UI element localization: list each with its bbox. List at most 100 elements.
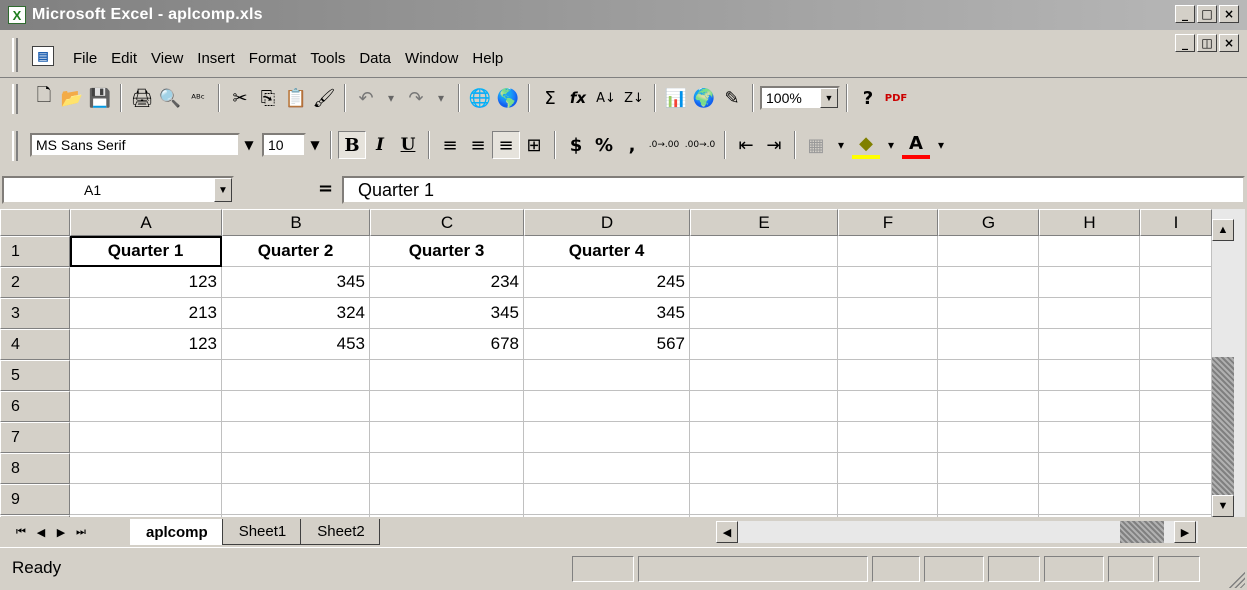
menu-grip-icon[interactable] [12, 38, 18, 72]
redo-icon[interactable]: ↷ [402, 84, 430, 112]
cell-i9[interactable] [1140, 484, 1212, 515]
horizontal-scroll-thumb[interactable] [1120, 521, 1164, 543]
cell-i7[interactable] [1140, 422, 1212, 453]
cell-a5[interactable] [70, 360, 222, 391]
cell-h5[interactable] [1039, 360, 1140, 391]
column-header-h[interactable]: H [1039, 209, 1140, 236]
cell-i4[interactable] [1140, 329, 1212, 360]
cell-e6[interactable] [690, 391, 838, 422]
row-header-1[interactable]: 1 [0, 236, 70, 267]
cell-c6[interactable] [370, 391, 524, 422]
column-header-i[interactable]: I [1140, 209, 1212, 236]
cell-f9[interactable] [838, 484, 938, 515]
toolbar-grip-icon[interactable] [12, 84, 18, 114]
menu-tools[interactable]: Tools [303, 50, 352, 67]
paste-icon[interactable]: 📋 [282, 84, 310, 112]
borders-icon[interactable]: ▦ [802, 131, 830, 159]
last-sheet-icon[interactable]: ⏭ [72, 523, 90, 541]
print-preview-icon[interactable]: 🔍 [156, 84, 184, 112]
cell-c4[interactable]: 678 [370, 329, 524, 360]
next-sheet-icon[interactable]: ▶ [52, 523, 70, 541]
close-button[interactable]: × [1219, 5, 1239, 23]
horizontal-scrollbar[interactable]: ◀ ▶ [716, 521, 1198, 543]
sheet-tab-sheet2[interactable]: Sheet2 [301, 519, 380, 545]
cell-d4[interactable]: 567 [524, 329, 690, 360]
font-name-select[interactable]: MS Sans Serif [30, 133, 240, 157]
cell-e7[interactable] [690, 422, 838, 453]
copy-icon[interactable]: ⎘ [254, 84, 282, 112]
cell-d7[interactable] [524, 422, 690, 453]
cell-d5[interactable] [524, 360, 690, 391]
scroll-left-icon[interactable]: ◀ [716, 521, 738, 543]
fill-color-icon[interactable]: ◆ [852, 131, 880, 159]
cut-icon[interactable]: ✂ [226, 84, 254, 112]
cell-i8[interactable] [1140, 453, 1212, 484]
cell-b6[interactable] [222, 391, 370, 422]
menu-help[interactable]: Help [465, 50, 510, 67]
row-header-4[interactable]: 4 [0, 329, 70, 360]
save-icon[interactable]: 💾 [86, 84, 114, 112]
cell-e2[interactable] [690, 267, 838, 298]
minimize-button[interactable]: _ [1175, 5, 1195, 23]
cell-f8[interactable] [838, 453, 938, 484]
column-header-b[interactable]: B [222, 209, 370, 236]
resize-grip-icon[interactable] [1227, 570, 1245, 588]
format-painter-icon[interactable]: 🖌 [310, 84, 338, 112]
cell-c9[interactable] [370, 484, 524, 515]
redo-dropdown-icon[interactable]: ▾ [430, 84, 452, 112]
name-box[interactable]: A1 ▼ [2, 176, 234, 204]
cell-h6[interactable] [1039, 391, 1140, 422]
cell-f6[interactable] [838, 391, 938, 422]
vertical-scroll-thumb[interactable] [1212, 357, 1234, 507]
cell-g9[interactable] [938, 484, 1039, 515]
chart-wizard-icon[interactable]: 📊 [662, 84, 690, 112]
row-header-6[interactable]: 6 [0, 391, 70, 422]
cell-a2[interactable]: 123 [70, 267, 222, 298]
underline-button[interactable]: U [394, 131, 422, 159]
menu-edit[interactable]: Edit [104, 50, 144, 67]
sort-ascending-icon[interactable]: A↓ [592, 84, 620, 112]
cell-b9[interactable] [222, 484, 370, 515]
edit-formula-button[interactable]: = [318, 178, 333, 199]
prev-sheet-icon[interactable]: ◀ [32, 523, 50, 541]
align-left-icon[interactable]: ≡ [436, 131, 464, 159]
drawing-icon[interactable]: ✎ [718, 84, 746, 112]
cell-b1[interactable]: Quarter 2 [222, 236, 370, 267]
fill-dropdown-icon[interactable]: ▾ [880, 131, 902, 159]
cell-h2[interactable] [1039, 267, 1140, 298]
cell-g5[interactable] [938, 360, 1039, 391]
scroll-right-icon[interactable]: ▶ [1174, 521, 1196, 543]
column-header-c[interactable]: C [370, 209, 524, 236]
cell-f5[interactable] [838, 360, 938, 391]
decrease-decimal-icon[interactable]: .00→.0 [682, 131, 718, 159]
row-header-8[interactable]: 8 [0, 453, 70, 484]
hyperlink-icon[interactable]: 🌐 [466, 84, 494, 112]
font-color-dropdown-icon[interactable]: ▾ [930, 131, 952, 159]
chevron-down-icon[interactable]: ▼ [820, 88, 838, 108]
align-right-icon[interactable]: ≡ [492, 131, 520, 159]
cell-a1[interactable]: Quarter 1 [70, 236, 222, 267]
cell-h3[interactable] [1039, 298, 1140, 329]
cell-h8[interactable] [1039, 453, 1140, 484]
comma-button[interactable]: , [618, 131, 646, 159]
cell-a3[interactable]: 213 [70, 298, 222, 329]
cell-i3[interactable] [1140, 298, 1212, 329]
cell-g3[interactable] [938, 298, 1039, 329]
cell-h9[interactable] [1039, 484, 1140, 515]
open-icon[interactable]: 📂 [58, 84, 86, 112]
cell-d6[interactable] [524, 391, 690, 422]
scroll-up-icon[interactable]: ▲ [1212, 219, 1234, 241]
size-dropdown-icon[interactable]: ▼ [306, 131, 324, 159]
scroll-down-icon[interactable]: ▼ [1212, 495, 1234, 517]
cell-e3[interactable] [690, 298, 838, 329]
sheet-tab-sheet1[interactable]: Sheet1 [222, 519, 302, 545]
cell-a6[interactable] [70, 391, 222, 422]
decrease-indent-icon[interactable]: ⇤ [732, 131, 760, 159]
doc-close-button[interactable]: × [1219, 34, 1239, 52]
sort-descending-icon[interactable]: Z↓ [620, 84, 648, 112]
menu-format[interactable]: Format [242, 50, 304, 67]
font-dropdown-icon[interactable]: ▼ [240, 131, 258, 159]
percent-button[interactable]: % [590, 131, 618, 159]
cell-i2[interactable] [1140, 267, 1212, 298]
cell-c3[interactable]: 345 [370, 298, 524, 329]
